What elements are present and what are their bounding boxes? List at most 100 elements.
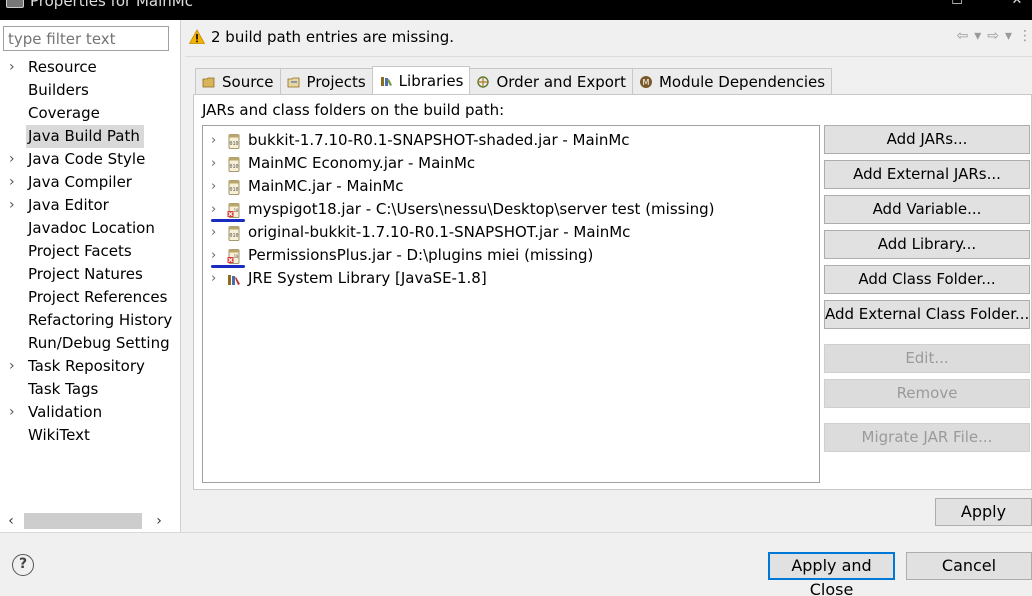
message-text: 2 build path entries are missing. (211, 28, 454, 46)
tab-label: Projects (306, 72, 366, 91)
horizontal-scrollbar[interactable]: ‹ › (0, 512, 172, 530)
forward-icon[interactable]: ⇨ (987, 28, 999, 44)
source-folder-icon (202, 77, 215, 87)
chevron-right-icon[interactable]: › (9, 355, 21, 378)
library-entry-label: bukkit-1.7.10-R0.1-SNAPSHOT-shaded.jar -… (248, 131, 630, 149)
library-entry-label: original-bukkit-1.7.10-R0.1-SNAPSHOT.jar… (248, 223, 631, 241)
svg-text:010: 010 (229, 233, 238, 239)
svg-text:010: 010 (229, 164, 238, 170)
nav-item[interactable]: Project References (0, 286, 180, 309)
nav-item[interactable]: Task Tags (0, 378, 180, 401)
view-menu-icon[interactable]: ⋮ (1018, 28, 1032, 44)
svg-text:010: 010 (229, 187, 238, 193)
nav-item[interactable]: Run/Debug Setting (0, 332, 180, 355)
tab-libraries[interactable]: Libraries (371, 66, 471, 94)
forward-dropdown-icon[interactable]: ▾ (1005, 28, 1012, 44)
nav-item[interactable]: › Java Editor (0, 194, 180, 217)
module-icon: M (639, 75, 652, 88)
svg-text:10: 10 (234, 254, 239, 259)
title-bar: Properties for MainMc ☐ ✕ (0, 0, 1032, 20)
edit-button[interactable]: Edit... (824, 344, 1030, 373)
nav-item[interactable]: Refactoring History (0, 309, 180, 332)
nav-item-label: Resource (28, 58, 97, 76)
tab-label: Source (222, 72, 274, 91)
missing-jar-icon: 10 (227, 248, 241, 264)
add-external-jars-button[interactable]: Add External JARs... (824, 160, 1030, 189)
remove-button[interactable]: Remove (824, 379, 1030, 408)
nav-item-label: Coverage (28, 104, 100, 122)
separator (185, 56, 1032, 57)
chevron-right-icon[interactable]: › (9, 194, 21, 217)
message-area: 2 build path entries are missing. (189, 26, 454, 48)
nav-item[interactable]: Project Natures (0, 263, 180, 286)
jar-icon: 010 (227, 179, 241, 195)
expand-chevron-icon[interactable]: › (211, 221, 216, 244)
add-jars-button[interactable]: Add JARs... (824, 125, 1030, 154)
tab-source[interactable]: Source (195, 68, 281, 94)
build-path-tree[interactable]: › 010 bukkit-1.7.10-R0.1-SNAPSHOT-shaded.j… (202, 125, 820, 483)
back-dropdown-icon[interactable]: ▾ (974, 28, 981, 44)
libraries-panel: JARs and class folders on the build path… (193, 94, 1032, 490)
expand-chevron-icon[interactable]: › (211, 129, 216, 152)
window-title: Properties for MainMc (30, 0, 193, 10)
nav-item[interactable]: › Java Code Style (0, 148, 180, 171)
migrate-jar-button[interactable]: Migrate JAR File... (824, 423, 1030, 452)
close-icon[interactable]: ✕ (1010, 0, 1024, 8)
expand-chevron-icon[interactable]: › (211, 244, 216, 267)
help-icon[interactable]: ? (12, 554, 34, 576)
tab-label: Module Dependencies (658, 72, 826, 91)
library-entry-label: JRE System Library [JavaSE-1.8] (248, 269, 487, 287)
chevron-right-icon[interactable]: › (9, 401, 21, 424)
warning-icon (189, 29, 205, 44)
cancel-button[interactable]: Cancel (906, 552, 1032, 580)
nav-item[interactable]: › Task Repository (0, 355, 180, 378)
nav-item-label: Builders (28, 81, 89, 99)
chevron-right-icon[interactable]: › (9, 56, 21, 79)
tab-projects[interactable]: Projects (279, 68, 373, 94)
svg-text:010: 010 (229, 141, 238, 147)
dialog-footer: ? Apply and Close Cancel (0, 533, 1032, 596)
expand-chevron-icon[interactable]: › (211, 152, 216, 175)
project-icon (287, 77, 299, 87)
tab-module-dependencies[interactable]: M Module Dependencies (631, 68, 833, 94)
nav-item[interactable]: WikiText (0, 424, 180, 447)
expand-chevron-icon[interactable]: › (211, 175, 216, 198)
nav-item-label: Project Facets (28, 242, 132, 260)
apply-and-close-button[interactable]: Apply and Close (768, 552, 895, 596)
tab-label: Libraries (398, 71, 464, 90)
nav-item-label: WikiText (28, 426, 90, 444)
svg-text:M: M (643, 78, 650, 87)
expand-chevron-icon[interactable]: › (211, 267, 216, 290)
back-icon[interactable]: ⇦ (956, 28, 968, 44)
nav-item[interactable]: Builders (0, 79, 180, 102)
libraries-icon (380, 76, 392, 86)
library-entry-label: myspigot18.jar - C:\Users\nessu\Desktop\… (248, 200, 715, 218)
expand-chevron-icon[interactable]: › (211, 198, 216, 221)
libraries-caption: JARs and class folders on the build path… (202, 101, 505, 119)
maximize-icon[interactable]: ☐ (950, 0, 964, 8)
jar-icon: 010 (227, 156, 241, 172)
filter-input[interactable] (3, 26, 169, 51)
apply-button[interactable]: Apply (935, 498, 1032, 526)
nav-item[interactable]: Javadoc Location (0, 217, 180, 240)
nav-item[interactable]: Java Build Path (0, 125, 180, 148)
add-class-folder-button[interactable]: Add Class Folder... (824, 265, 1030, 294)
add-library-button[interactable]: Add Library... (824, 230, 1030, 259)
nav-item-label: Task Repository (28, 357, 145, 375)
scroll-left-icon[interactable]: ‹ (2, 512, 20, 530)
nav-item[interactable]: › Validation (0, 401, 180, 424)
nav-item[interactable]: Coverage (0, 102, 180, 125)
scroll-right-icon[interactable]: › (150, 512, 168, 530)
property-page-tree: › Resource Builders Coverage Java Build Path… (0, 56, 180, 447)
scroll-thumb[interactable] (24, 513, 142, 529)
chevron-right-icon[interactable]: › (9, 148, 21, 171)
nav-item[interactable]: › Java Compiler (0, 171, 180, 194)
nav-item-label: Validation (28, 403, 103, 421)
chevron-right-icon[interactable]: › (9, 171, 21, 194)
tab-order-and-export[interactable]: Order and Export (469, 68, 633, 94)
nav-item[interactable]: Project Facets (0, 240, 180, 263)
add-variable-button[interactable]: Add Variable... (824, 195, 1030, 224)
add-external-class-folder-button[interactable]: Add External Class Folder... (824, 300, 1030, 329)
left-pane: › Resource Builders Coverage Java Build Path… (0, 20, 180, 532)
nav-item[interactable]: › Resource (0, 56, 180, 79)
